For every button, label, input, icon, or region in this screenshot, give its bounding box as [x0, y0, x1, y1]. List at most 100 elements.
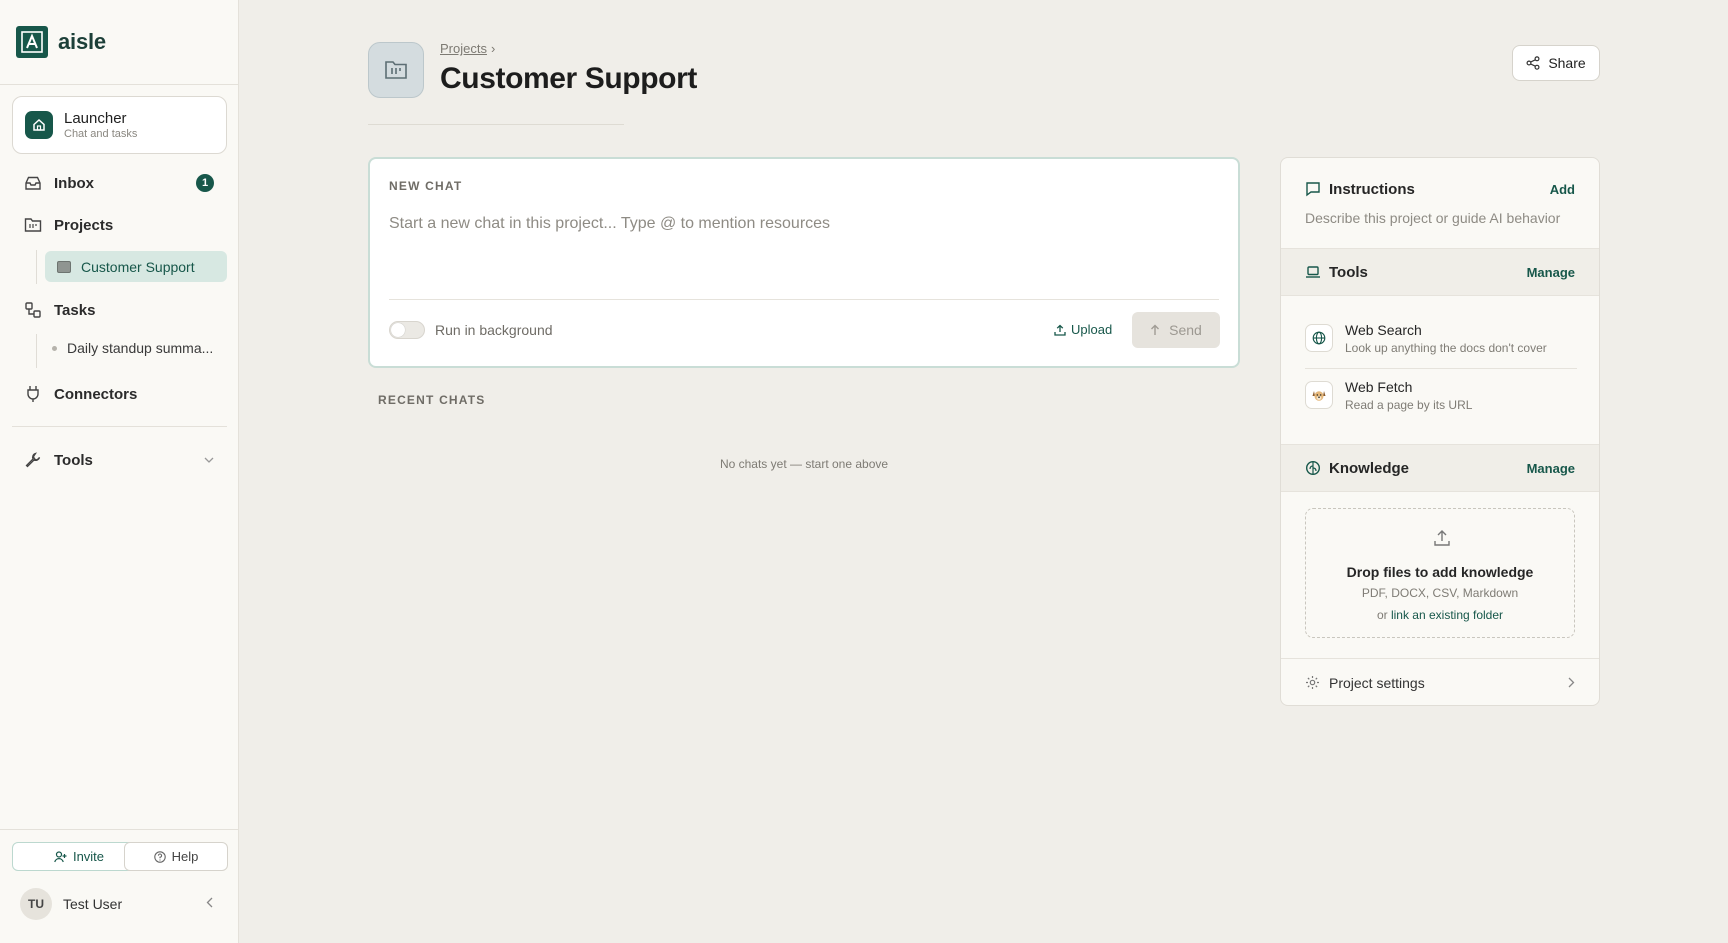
- tool-item-web-search[interactable]: Web Search Look up anything the docs don…: [1305, 321, 1577, 371]
- divider: [368, 124, 624, 125]
- sidebar-item-label: Tools: [54, 451, 93, 469]
- upload-icon: [1054, 324, 1066, 336]
- tree-line: [36, 334, 37, 368]
- sidebar-item-tools[interactable]: Tools: [24, 447, 216, 473]
- user-menu[interactable]: TU Test User: [20, 888, 122, 920]
- divider: [1281, 295, 1599, 296]
- tool-name: Web Search: [1345, 322, 1422, 338]
- brand-name: aisle: [58, 29, 106, 54]
- add-instructions-button[interactable]: Add: [1550, 182, 1575, 197]
- globe-icon: [1305, 324, 1333, 352]
- sidebar-item-connectors[interactable]: Connectors: [24, 381, 216, 407]
- sidebar-item-label: Inbox: [54, 174, 94, 192]
- run-in-background-label: Run in background: [435, 322, 553, 338]
- help-icon: [153, 850, 166, 863]
- sidebar-item-tasks[interactable]: Tasks: [24, 297, 216, 323]
- upload-icon: [1433, 529, 1451, 547]
- instructions-description[interactable]: Describe this project or guide AI behavi…: [1305, 210, 1560, 226]
- project-folder-icon: [368, 42, 424, 98]
- dropzone-file-types: PDF, DOCX, CSV, Markdown: [1361, 586, 1519, 600]
- upload-button[interactable]: Upload: [1054, 322, 1112, 337]
- share-icon: [1526, 56, 1540, 70]
- inbox-icon: [24, 174, 42, 192]
- run-in-background-toggle[interactable]: [389, 321, 425, 339]
- divider: [389, 299, 1219, 300]
- breadcrumb: Projects ›: [440, 41, 495, 56]
- new-chat-heading: NEW CHAT: [389, 179, 463, 193]
- divider: [0, 84, 238, 85]
- launcher-subtitle: Chat and tasks: [64, 127, 138, 140]
- sidebar: aisle Launcher Chat and tasks Inbox 1 Pr…: [0, 0, 239, 943]
- launcher-title: Launcher: [64, 109, 127, 127]
- sidebar-subitem-customer-support[interactable]: Customer Support: [45, 251, 227, 282]
- or-text: or: [1376, 608, 1388, 622]
- avatar: TU: [20, 888, 52, 920]
- instructions-header: Instructions Add: [1281, 166, 1599, 212]
- plug-icon: [24, 385, 42, 403]
- knowledge-title: Knowledge: [1329, 459, 1410, 477]
- dropzone-alt: or link an existing folder: [1306, 608, 1574, 622]
- sidebar-item-label: Tasks: [54, 301, 96, 319]
- divider: [0, 829, 238, 830]
- help-button[interactable]: Help: [124, 842, 228, 871]
- laptop-icon: [1305, 264, 1321, 280]
- invite-label: Invite: [72, 849, 105, 864]
- empty-state-text: No chats yet — start one above: [719, 457, 889, 471]
- sidebar-item-label: Projects: [54, 216, 114, 234]
- manage-tools-button[interactable]: Manage: [1527, 265, 1575, 280]
- brand[interactable]: aisle: [16, 26, 106, 58]
- knowledge-dropzone[interactable]: Drop files to add knowledge PDF, DOCX, C…: [1305, 508, 1575, 638]
- manage-knowledge-button[interactable]: Manage: [1527, 461, 1575, 476]
- sidebar-subitem-label: Daily standup summa...: [67, 340, 214, 356]
- sidebar-item-inbox[interactable]: Inbox 1: [24, 170, 216, 196]
- aisle-logo-icon: [16, 26, 48, 58]
- send-button[interactable]: Send: [1132, 312, 1220, 348]
- add-user-icon: [54, 850, 67, 863]
- share-label: Share: [1548, 55, 1586, 71]
- tools-title: Tools: [1329, 263, 1368, 281]
- divider: [1281, 491, 1599, 492]
- dropzone-title: Drop files to add knowledge: [1346, 564, 1534, 580]
- divider: [12, 426, 227, 427]
- tree-line: [36, 250, 37, 284]
- brain-icon: [1305, 460, 1321, 476]
- arrow-up-icon: [1150, 324, 1160, 336]
- wrench-icon: [24, 451, 42, 469]
- link-existing-folder-link[interactable]: link an existing folder: [1391, 608, 1503, 622]
- bullet-icon: [52, 345, 57, 351]
- folder-icon: [24, 216, 42, 234]
- sidebar-item-projects[interactable]: Projects: [24, 212, 216, 238]
- sidebar-item-label: Connectors: [54, 385, 138, 403]
- chevron-down-icon[interactable]: [204, 457, 214, 463]
- user-name: Test User: [63, 896, 123, 912]
- recent-chats-heading: RECENT CHATS: [378, 393, 486, 407]
- message-icon: [1305, 181, 1321, 197]
- collapse-sidebar-icon[interactable]: [206, 897, 213, 908]
- divider: [1305, 368, 1577, 369]
- tasks-icon: [24, 301, 42, 319]
- gear-icon: [1305, 675, 1320, 690]
- sidebar-subitem-label: Customer Support: [81, 258, 195, 275]
- tool-name: Web Fetch: [1345, 379, 1413, 395]
- tool-description: Read a page by its URL: [1345, 398, 1473, 412]
- tool-item-web-fetch[interactable]: Web Fetch Read a page by its URL: [1305, 378, 1577, 428]
- project-settings-button[interactable]: Project settings: [1281, 659, 1599, 705]
- inbox-count-badge: 1: [196, 174, 214, 192]
- dog-icon: [1305, 381, 1333, 409]
- breadcrumb-projects-link[interactable]: Projects: [440, 41, 487, 56]
- share-button[interactable]: Share: [1512, 45, 1600, 81]
- project-folder-icon: [57, 260, 71, 273]
- tools-header: Tools Manage: [1281, 249, 1599, 295]
- help-label: Help: [171, 849, 199, 864]
- chevron-right-icon: [1568, 677, 1575, 688]
- new-chat-card: NEW CHAT Run in background Upload Send: [368, 157, 1240, 368]
- send-label: Send: [1169, 322, 1202, 338]
- page-title: Customer Support: [440, 62, 697, 95]
- tool-description: Look up anything the docs don't cover: [1345, 341, 1547, 355]
- project-settings-label: Project settings: [1329, 674, 1425, 691]
- upload-label: Upload: [1071, 322, 1113, 337]
- chat-input[interactable]: [389, 215, 1219, 233]
- sidebar-subitem-task[interactable]: Daily standup summa...: [52, 340, 213, 356]
- project-side-panel: Instructions Add Describe this project o…: [1280, 157, 1600, 706]
- launcher-button[interactable]: Launcher Chat and tasks: [12, 96, 227, 154]
